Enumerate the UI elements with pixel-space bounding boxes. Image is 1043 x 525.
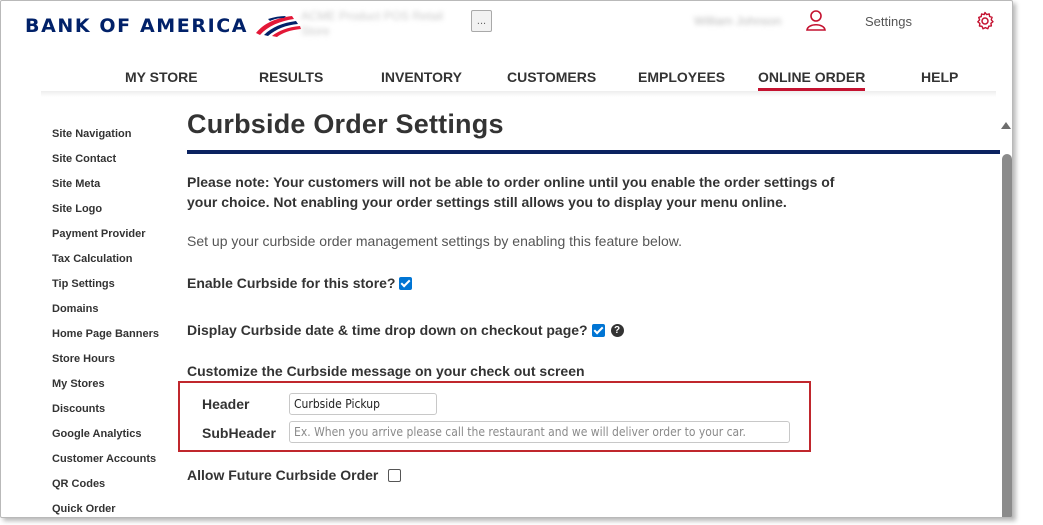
scroll-up-icon[interactable] [1001,122,1011,129]
sidebar-item-site-logo[interactable]: Site Logo [52,202,177,227]
sidebar-item-home-page-banners[interactable]: Home Page Banners [52,327,177,352]
display-datetime-row: Display Curbside date & time drop down o… [187,322,624,338]
sidebar-item-site-meta[interactable]: Site Meta [52,177,177,202]
sidebar-item-store-hours[interactable]: Store Hours [52,352,177,377]
sidebar-item-google-analytics[interactable]: Google Analytics [52,427,177,452]
flag-logo-icon [256,16,302,37]
enable-curbside-label: Enable Curbside for this store? [187,275,396,291]
sidebar: Site Navigation Site Contact Site Meta S… [52,127,177,517]
brand-logo[interactable]: BANK OF AMERICA [25,15,302,37]
title-rule [187,150,1000,154]
curbside-message-box: Header SubHeader [178,381,811,452]
sidebar-item-payment-provider[interactable]: Payment Provider [52,227,177,252]
sidebar-item-tax-calculation[interactable]: Tax Calculation [52,252,177,277]
nav-my-store[interactable]: MY STORE [125,69,198,85]
scrollbar-thumb[interactable] [1002,154,1012,517]
sidebar-item-site-navigation[interactable]: Site Navigation [52,127,177,152]
nav-employees[interactable]: EMPLOYEES [638,69,725,85]
future-curbside-checkbox[interactable] [388,468,402,482]
sidebar-item-site-contact[interactable]: Site Contact [52,152,177,177]
customize-message-label: Customize the Curbside message on your c… [187,363,585,379]
store-name: ACME Product POS Retail Store [301,9,444,38]
sidebar-item-my-stores[interactable]: My Stores [52,377,177,402]
future-curbside-row: Allow Future Curbside Order [187,467,402,483]
settings-link[interactable]: Settings [865,14,912,29]
nav-help[interactable]: HELP [921,69,958,85]
intro-text: Set up your curbside order management se… [187,233,682,249]
nav-online-order[interactable]: ONLINE ORDER [758,69,866,91]
sidebar-item-tip-settings[interactable]: Tip Settings [52,277,177,302]
sidebar-item-quick-order[interactable]: Quick Order [52,502,177,517]
user-name: William Johnson [694,14,782,28]
enable-curbside-checkbox[interactable] [399,276,413,290]
sidebar-item-domains[interactable]: Domains [52,302,177,327]
store-menu-button[interactable]: ... [471,10,492,32]
display-datetime-checkbox[interactable] [591,323,605,337]
sidebar-item-qr-codes[interactable]: QR Codes [52,477,177,502]
nav-customers[interactable]: CUSTOMERS [507,69,596,85]
customize-message-heading: Customize the Curbside message on your c… [187,363,585,379]
nav-inventory[interactable]: INVENTORY [381,69,462,85]
app-window: BANK OF AMERICA ACME Product POS Retail … [0,0,1013,518]
display-datetime-label: Display Curbside date & time drop down o… [187,322,588,338]
header-field-label: Header [202,396,250,412]
future-curbside-label: Allow Future Curbside Order [187,467,379,483]
order-settings-note: Please note: Your customers will not be … [187,174,835,210]
nav-divider [41,91,996,97]
user-icon[interactable] [805,9,827,31]
gear-icon[interactable] [975,11,995,31]
nav-results[interactable]: RESULTS [259,69,323,85]
subheader-field-label: SubHeader [202,425,276,441]
subheader-input[interactable] [289,421,790,443]
help-icon[interactable]: ? [610,323,624,337]
top-navigation: MY STORE RESULTS INVENTORY CUSTOMERS EMP… [101,69,981,93]
brand-name: BANK OF AMERICA [25,15,249,37]
sidebar-item-customer-accounts[interactable]: Customer Accounts [52,452,177,477]
sidebar-item-discounts[interactable]: Discounts [52,402,177,427]
page-title: Curbside Order Settings [187,109,504,139]
header-input[interactable] [289,393,437,415]
enable-curbside-row: Enable Curbside for this store? [187,275,413,291]
